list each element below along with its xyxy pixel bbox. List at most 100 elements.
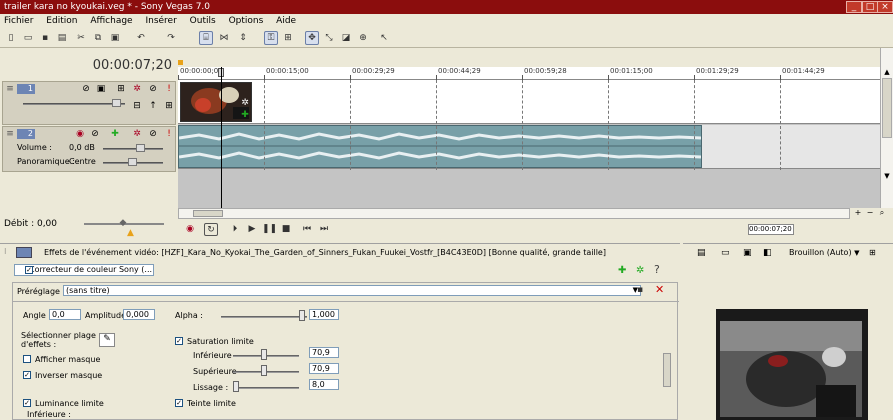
snap-icon[interactable]: ⌸ xyxy=(199,31,213,45)
selection-tool-icon[interactable]: ◪ xyxy=(339,31,353,45)
minimize-icon[interactable]: _ xyxy=(846,1,862,13)
play-button[interactable]: ▶ xyxy=(245,223,259,236)
go-to-start-button[interactable]: ⏮ xyxy=(300,223,314,236)
external-monitor-icon[interactable]: ▭ xyxy=(721,248,730,258)
remove-plugin-icon[interactable]: ✲ xyxy=(636,265,644,276)
plugin-chain-item[interactable]: Correcteur de couleur Sony (... xyxy=(14,264,154,276)
timeline-area[interactable]: 00:00:00;00 00:00:15;00 00:00:29;29 00:0… xyxy=(178,48,880,208)
sat-upper-input[interactable]: 70,9 xyxy=(309,363,339,374)
track-fx-icon[interactable]: ✲ xyxy=(132,84,142,94)
hscroll-thumb[interactable] xyxy=(193,210,223,217)
empty-track-area[interactable] xyxy=(178,170,880,208)
cut-icon[interactable]: ✂ xyxy=(74,31,88,45)
make-compositing-parent-icon[interactable]: ↑ xyxy=(148,101,158,111)
timeline-horizontal-scrollbar[interactable] xyxy=(178,208,850,219)
track-fx-plugin-icon[interactable]: ✚ xyxy=(110,129,120,139)
autocrossfade-icon[interactable]: ⋈ xyxy=(217,31,231,45)
record-button[interactable]: ◉ xyxy=(183,223,197,236)
copy-icon[interactable]: ⧉ xyxy=(91,31,105,45)
properties-icon[interactable]: ▤ xyxy=(55,31,69,45)
time-ruler[interactable]: 00:00:00;00 00:00:15;00 00:00:29;29 00:0… xyxy=(178,67,880,80)
loop-playback-button[interactable]: ↻ xyxy=(204,223,218,236)
motion-icon[interactable]: ⊞ xyxy=(116,84,126,94)
smoothing-slider[interactable] xyxy=(233,387,299,389)
preview-properties-icon[interactable]: ▤ xyxy=(697,248,706,258)
solo-icon[interactable]: ⊘ xyxy=(148,84,158,94)
delete-preset-icon[interactable]: ✕ xyxy=(655,283,667,296)
menu-options[interactable]: Options xyxy=(229,16,264,26)
menu-outils[interactable]: Outils xyxy=(190,16,216,26)
mute-icon[interactable]: ⊘ xyxy=(81,84,91,94)
help-icon[interactable]: ? xyxy=(654,263,660,276)
stop-button[interactable]: ■ xyxy=(279,223,293,236)
arm-record-icon[interactable]: ◉ xyxy=(75,129,85,139)
make-compositing-child-icon[interactable]: ⊟ xyxy=(132,101,142,111)
zoom-tool-icon[interactable]: ⌕ xyxy=(876,208,888,218)
pause-button[interactable]: ❚❚ xyxy=(262,223,277,236)
mute-icon[interactable]: ⊘ xyxy=(148,129,158,139)
alpha-slider[interactable] xyxy=(221,316,307,318)
lock-envelopes-icon[interactable]: ⚿ xyxy=(264,31,278,45)
menu-edition[interactable]: Edition xyxy=(46,16,77,26)
save-preset-icon[interactable]: ▪ xyxy=(637,285,649,296)
luminance-limit-checkbox[interactable]: ✓ xyxy=(23,399,31,407)
alpha-input[interactable]: 1,000 xyxy=(309,309,339,320)
audio-clip[interactable] xyxy=(178,125,702,168)
audio-track-header[interactable]: ≡ 2 ◉ ⊘ ✚ ✲ ⊘ ! Volume : 0,0 dB Panorami… xyxy=(2,126,176,172)
timeline-cursor[interactable] xyxy=(221,67,222,208)
sat-upper-slider-knob[interactable] xyxy=(261,365,267,376)
smoothing-slider-knob[interactable] xyxy=(233,381,239,392)
scroll-down-icon[interactable]: ▼ xyxy=(882,172,892,180)
split-screen-icon[interactable]: ◧ xyxy=(763,248,772,258)
marker-bar[interactable] xyxy=(178,48,880,67)
invert-mask-checkbox[interactable]: ✓ xyxy=(23,371,31,379)
hue-limit-checkbox[interactable]: ✓ xyxy=(175,399,183,407)
level-slider[interactable] xyxy=(23,103,125,105)
ripple-icon[interactable]: ⇕ xyxy=(236,31,250,45)
undo-icon[interactable]: ↶ xyxy=(134,31,148,45)
save-icon[interactable]: ▪ xyxy=(38,31,52,45)
sat-lower-input[interactable]: 70,9 xyxy=(309,347,339,358)
new-file-icon[interactable]: ▯ xyxy=(4,31,18,45)
zoom-in-icon[interactable]: + xyxy=(852,208,864,217)
show-mask-checkbox[interactable] xyxy=(23,355,31,363)
track-expand-icon[interactable]: ≡ xyxy=(5,129,15,139)
video-track-lane[interactable]: ✲ ✚ xyxy=(178,80,880,124)
solo-exclaim-icon[interactable]: ! xyxy=(164,84,174,94)
track-expand-icon[interactable]: ≡ xyxy=(5,84,15,94)
open-folder-icon[interactable]: ▭ xyxy=(21,31,35,45)
maximize-icon[interactable]: □ xyxy=(862,1,878,13)
saturation-limit-checkbox[interactable]: ✓ xyxy=(175,337,183,345)
phase-invert-icon[interactable]: ⊘ xyxy=(90,129,100,139)
volume-slider[interactable] xyxy=(103,148,163,150)
menu-fichier[interactable]: Fichier xyxy=(4,16,33,26)
add-plugin-icon[interactable]: ✚ xyxy=(618,265,626,276)
play-from-start-button[interactable]: ⏵ xyxy=(228,223,242,236)
volume-slider-knob[interactable] xyxy=(136,144,145,152)
preview-quality-dropdown[interactable]: Brouillon (Auto) ▼ xyxy=(789,248,860,257)
whats-this-icon[interactable]: ↖ xyxy=(377,31,391,45)
ignore-grouping-icon[interactable]: ⊞ xyxy=(281,31,295,45)
menu-aide[interactable]: Aide xyxy=(276,16,296,26)
preset-dropdown[interactable]: (sans titre) ▼ xyxy=(63,285,641,296)
solo-icon[interactable]: ! xyxy=(164,129,174,139)
redo-icon[interactable]: ↷ xyxy=(164,31,178,45)
go-to-end-button[interactable]: ⏭ xyxy=(317,223,331,236)
panel-grip-icon[interactable]: ⁝ xyxy=(4,247,14,259)
rate-slider-knob[interactable]: ◆ xyxy=(116,218,130,228)
video-track-header[interactable]: ≡ 1 ⊘ ▣ ⊞ ✲ ⊘ ! ⊟ ↑ ⊞ xyxy=(2,81,176,125)
close-icon[interactable]: × xyxy=(877,1,893,13)
scroll-up-icon[interactable]: ▲ xyxy=(882,68,892,76)
alpha-slider-knob[interactable] xyxy=(299,310,305,321)
timeline-vertical-scrollbar[interactable]: ▲ ▼ xyxy=(880,48,893,208)
event-fx-icon[interactable]: ✲ xyxy=(240,98,250,108)
menu-inserer[interactable]: Insérer xyxy=(145,16,176,26)
zoom-tool-icon[interactable]: ⊕ xyxy=(356,31,370,45)
composite-icon[interactable]: ▣ xyxy=(96,84,106,94)
zoom-out-icon[interactable]: − xyxy=(864,208,876,217)
normal-edit-tool-icon[interactable]: ✥ xyxy=(305,31,319,45)
event-pan-crop-icon[interactable]: ✚ xyxy=(240,110,250,120)
envelope-tool-icon[interactable]: ⤡ xyxy=(322,31,336,45)
plugin-enabled-checkbox[interactable]: ✓ xyxy=(25,266,33,274)
level-slider-knob[interactable] xyxy=(112,99,121,107)
